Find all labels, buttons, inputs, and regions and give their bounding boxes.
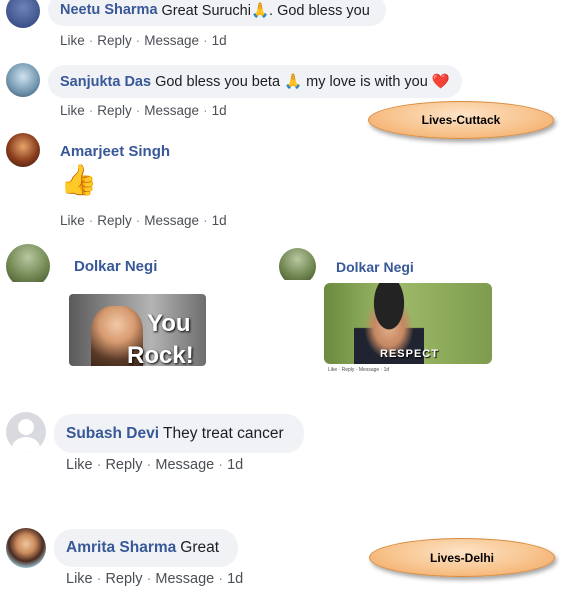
comment-actions: Like · Reply · Message · 1d [66,457,244,473]
message-link[interactable]: Message [155,571,214,587]
message-link[interactable]: Message [144,213,199,228]
default-avatar-body [12,437,40,452]
gif-caption: RESPECT [380,348,439,360]
comment-bubble: Neetu Sharma Great Suruchi🙏. God bless y… [48,0,386,26]
comment-actions: Like · Reply · Message · 1d [60,103,227,118]
comment-actions: Like · Reply · Message · 1d [60,33,227,48]
timestamp[interactable]: 1d [227,457,243,473]
gif-you-rock[interactable]: You Rock! [69,294,206,366]
gif-respect[interactable]: RESPECT [324,283,492,364]
commenter-name[interactable]: Dolkar Negi [74,258,157,275]
avatar[interactable] [6,63,40,97]
commenter-name[interactable]: Sanjukta Das [60,74,151,90]
message-link[interactable]: Message [144,103,199,118]
avatar[interactable] [6,412,46,452]
timestamp[interactable]: 1d [212,213,227,228]
label-lives-delhi: Lives-Delhi [369,538,555,577]
gif-caption: You [147,310,191,337]
commenter-name[interactable]: Neetu Sharma [60,2,158,18]
reply-link[interactable]: Reply [342,367,355,373]
reply-link[interactable]: Reply [97,103,132,118]
reply-link[interactable]: Reply [105,571,142,587]
comment-bubble: Sanjukta Das God bless you beta 🙏 my lov… [48,65,462,98]
like-link[interactable]: Like [60,213,85,228]
label-lives-cuttack: Lives-Cuttack [368,101,554,139]
like-link[interactable]: Like [328,367,337,373]
like-link[interactable]: Like [60,33,85,48]
message-link[interactable]: Message [359,367,379,373]
like-link[interactable]: Like [66,457,93,473]
comment-text: God bless you beta 🙏 my love is with you… [155,74,450,90]
like-link[interactable]: Like [66,571,93,587]
message-link[interactable]: Message [155,457,214,473]
commenter-name[interactable]: Amarjeet Singh [60,143,170,160]
comment-text: Great [180,539,220,556]
avatar[interactable] [6,0,40,28]
timestamp[interactable]: 1d [212,33,227,48]
avatar[interactable] [6,133,40,167]
like-link[interactable]: Like [60,103,85,118]
message-link[interactable]: Message [144,33,199,48]
gif-caption: Rock! [127,342,194,366]
thumbs-up-icon: 👍 [60,164,98,197]
comment-bubble: Subash Devi They treat cancer [54,414,304,453]
timestamp[interactable]: 1d [212,103,227,118]
default-avatar-icon [18,419,34,435]
comment-text: Great Suruchi🙏. God bless you [161,2,370,19]
comment-text: They treat cancer [163,424,284,442]
reply-link[interactable]: Reply [97,33,132,48]
timestamp[interactable]: 1d [384,367,390,373]
commenter-name[interactable]: Dolkar Negi [336,259,414,275]
avatar[interactable] [279,248,316,280]
comment-actions: Like · Reply · Message · 1d [328,367,390,373]
commenter-name[interactable]: Subash Devi [66,425,159,443]
comment-actions: Like · Reply · Message · 1d [66,571,244,587]
avatar[interactable] [6,244,50,282]
commenter-name[interactable]: Amrita Sharma [66,539,176,557]
comment-actions: Like · Reply · Message · 1d [60,213,227,228]
comment-bubble: Amrita Sharma Great [54,529,238,567]
reply-link[interactable]: Reply [97,213,132,228]
avatar[interactable] [6,528,46,568]
timestamp[interactable]: 1d [227,571,243,587]
reply-link[interactable]: Reply [105,457,142,473]
